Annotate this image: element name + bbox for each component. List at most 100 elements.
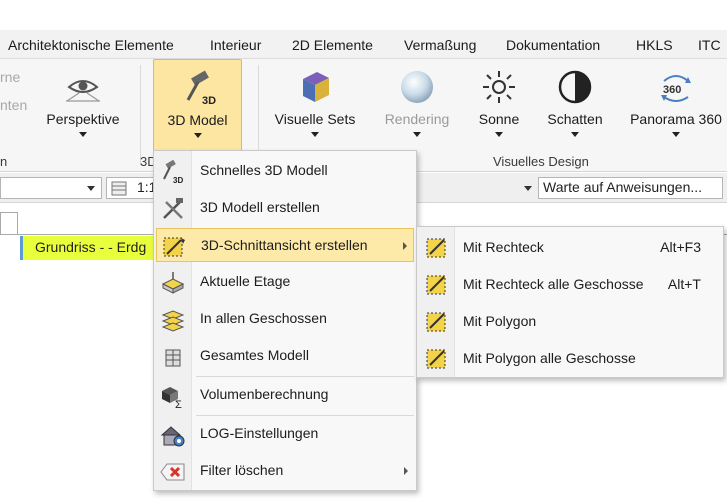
chevron-down-icon [571, 132, 579, 137]
menu-item-3d-modell-erstellen[interactable]: 3D Modell erstellen [156, 191, 414, 225]
title-area [0, 0, 727, 30]
scale-ruler-icon [111, 181, 127, 196]
visuelle-sets-button[interactable]: Visuelle Sets [268, 59, 362, 155]
polygon-section-icon [426, 312, 446, 332]
panorama-label: Panorama 360 [630, 111, 722, 127]
schatten-label: Schatten [547, 111, 603, 127]
perspektive-label: Perspektive [46, 111, 120, 127]
menu-item-schnelles-3d-modell[interactable]: 3D Schnelles 3D Modell [156, 154, 414, 188]
submenu-item-label: Mit Rechteck [463, 239, 544, 255]
all-floors-icon [161, 310, 185, 332]
3d-model-label: 3D Model [167, 112, 228, 128]
sonne-button[interactable]: Sonne [470, 59, 528, 155]
3d-model-button[interactable]: 3D 3D Model [153, 59, 242, 155]
menu-item-label: 3D Modell erstellen [200, 199, 320, 215]
sun-icon [483, 71, 515, 103]
3d-model-dropdown-menu: 3D Schnelles 3D Modell 3D Modell erstell… [153, 150, 417, 491]
menu-item-log-einstellungen[interactable]: LOG-Einstellungen [156, 417, 414, 451]
submenu-arrow-icon [404, 467, 408, 475]
menu-separator [196, 415, 414, 416]
rendering-label: Rendering [384, 111, 450, 127]
visuelle-sets-label: Visuelle Sets [274, 111, 356, 127]
rectangle-section-all-floors-icon [426, 275, 446, 295]
status-prompt: Warte auf Anweisungen... [538, 177, 723, 199]
menu-separator [196, 376, 414, 377]
current-floor-icon [161, 272, 185, 294]
eye-perspective-icon [66, 80, 100, 102]
chevron-down-icon [672, 132, 680, 137]
submenu-arrow-icon [403, 242, 407, 250]
submenu-item-label: Mit Rechteck alle Geschosse [463, 276, 644, 292]
scale-combo[interactable]: 1:1 [106, 177, 156, 199]
svg-text:360: 360 [663, 84, 681, 96]
chevron-down-icon [193, 133, 202, 138]
ribbon-separator [140, 65, 141, 165]
create-3d-model-icon [163, 198, 183, 219]
menu-item-label: Filter löschen [200, 462, 284, 478]
menu-item-aktuelle-etage[interactable]: Aktuelle Etage [156, 265, 414, 299]
keyboard-shortcut: Alt+T [667, 276, 701, 292]
layer-row-grundriss[interactable]: Grundriss - - Erdg [20, 236, 153, 260]
rectangle-section-icon [426, 238, 446, 258]
chevron-down-icon [495, 132, 503, 137]
menu-item-label: Volumenberechnung [200, 386, 329, 402]
tab-interieur[interactable]: Interieur [210, 37, 261, 53]
tab-architektonische-elemente[interactable]: Architektonische Elemente [8, 37, 174, 53]
tab-2d-elemente[interactable]: 2D Elemente [292, 37, 373, 53]
submenu-item-mit-rechteck[interactable]: Mit Rechteck Alt+F3 [419, 229, 721, 265]
polygon-section-all-floors-icon [426, 349, 446, 369]
menu-item-volumenberechnung[interactable]: Σ Volumenberechnung [156, 378, 414, 412]
faded-ribbon-label: rne [0, 69, 21, 85]
panorama-360-icon: 360 [661, 75, 691, 102]
submenu-item-label: Mit Polygon [463, 313, 537, 329]
delete-filter-icon [160, 463, 185, 481]
chevron-down-icon [311, 132, 319, 137]
menu-item-label: LOG-Einstellungen [200, 425, 319, 441]
tab-dokumentation[interactable]: Dokumentation [506, 37, 600, 53]
menu-item-label: 3D-Schnittansicht erstellen [201, 237, 368, 253]
quick-3d-model-icon: 3D [163, 159, 183, 185]
volume-calculation-icon: Σ [162, 387, 182, 409]
tab-itc[interactable]: ITC [698, 37, 721, 53]
ribbon-tab-bar: Architektonische Elemente Interieur 2D E… [0, 30, 727, 59]
submenu-item-mit-polygon-alle-geschosse[interactable]: Mit Polygon alle Geschosse [419, 340, 721, 376]
sonne-label: Sonne [478, 111, 520, 127]
panorama-360-button[interactable]: 360 Panorama 360 [626, 59, 726, 155]
menu-item-label: Gesamtes Modell [200, 347, 309, 363]
svg-text:3D: 3D [202, 95, 216, 107]
submenu-item-mit-rechteck-alle-geschosse[interactable]: Mit Rechteck alle Geschosse Alt+T [419, 266, 721, 302]
tab-hkls[interactable]: HKLS [636, 37, 673, 53]
chevron-down-icon [79, 132, 87, 137]
faded-ribbon-label: nten [0, 97, 28, 113]
hammer-3d-icon: 3D [186, 70, 216, 107]
perspektive-button[interactable]: Perspektive [42, 59, 124, 155]
chevron-down-icon[interactable] [524, 186, 532, 191]
menu-item-3d-schnittansicht-erstellen[interactable]: 3D-Schnittansicht erstellen [156, 228, 414, 262]
whole-model-icon [165, 349, 181, 367]
log-settings-icon [160, 426, 185, 447]
ribbon-group-label: n [0, 154, 8, 169]
rendering-button[interactable]: Rendering [378, 59, 456, 155]
sphere-icon [401, 71, 433, 103]
chevron-down-icon [413, 132, 421, 137]
menu-item-gesamtes-modell[interactable]: Gesamtes Modell [156, 339, 414, 373]
submenu-item-label: Mit Polygon alle Geschosse [463, 350, 636, 366]
menu-item-label: In allen Geschossen [200, 310, 327, 326]
keyboard-shortcut: Alt+F3 [660, 239, 701, 255]
colored-cube-icon [303, 72, 329, 102]
schatten-button[interactable]: Schatten [540, 59, 610, 155]
ribbon-group-label-visuelles-design: Visuelles Design [493, 154, 589, 169]
shadow-icon [558, 70, 592, 104]
menu-item-label: Aktuelle Etage [200, 273, 291, 289]
chevron-down-icon [87, 186, 95, 191]
layer-combo[interactable] [0, 177, 102, 199]
svg-text:3D: 3D [173, 176, 183, 185]
svg-text:Σ: Σ [175, 399, 182, 409]
menu-item-in-allen-geschossen[interactable]: In allen Geschossen [156, 302, 414, 336]
section-view-icon [163, 237, 185, 257]
menu-item-filter-loeschen[interactable]: Filter löschen [156, 454, 414, 488]
tab-vermassung[interactable]: Vermaßung [404, 37, 476, 53]
submenu-item-mit-polygon[interactable]: Mit Polygon [419, 303, 721, 339]
menu-item-label: Schnelles 3D Modell [200, 162, 328, 178]
document-tab[interactable] [0, 212, 18, 234]
